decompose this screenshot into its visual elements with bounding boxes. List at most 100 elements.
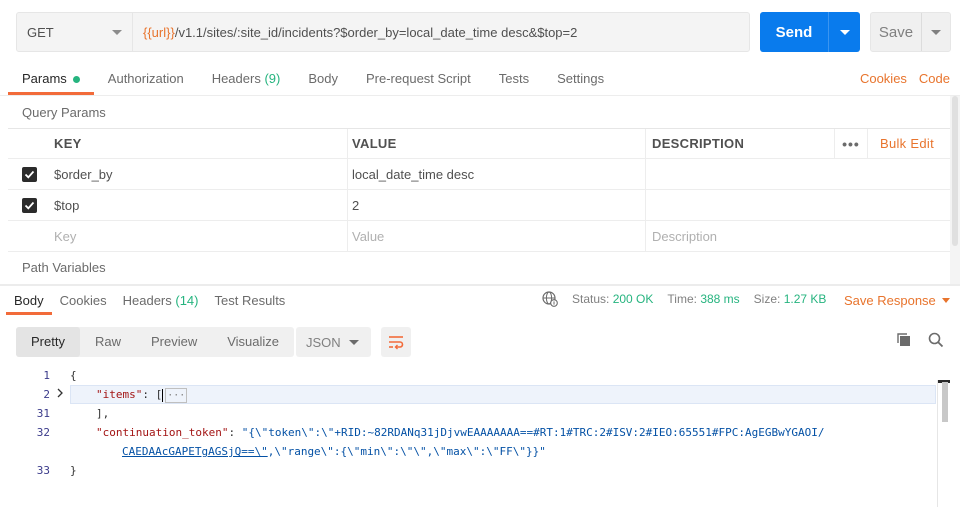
- table-row-new: Key Value Description: [8, 221, 950, 252]
- param-value-cell[interactable]: 2: [348, 190, 646, 220]
- text-cursor: [162, 388, 164, 402]
- param-value-cell[interactable]: local_date_time desc: [348, 159, 646, 189]
- time-label: Time:: [667, 292, 697, 306]
- tab-response-headers[interactable]: Headers (14): [115, 287, 207, 315]
- new-key-input[interactable]: Key: [50, 221, 348, 251]
- chevron-down-icon: [839, 29, 850, 35]
- code-scrollbar[interactable]: [937, 380, 950, 507]
- url-path: /v1.1/sites/:site_id/incidents?$order_by…: [174, 24, 578, 40]
- param-description-cell[interactable]: [646, 190, 950, 220]
- table-row: $order_by local_date_time desc: [8, 159, 950, 190]
- url-variable: {{url}}: [143, 24, 175, 40]
- collapsed-fold-marker[interactable]: ···: [165, 388, 188, 403]
- current-line-highlight: [70, 385, 936, 404]
- line-number: 31: [36, 407, 50, 420]
- time-value[interactable]: 388 ms: [700, 292, 739, 306]
- save-button[interactable]: Save: [870, 12, 951, 52]
- save-response-label: Save Response: [844, 293, 936, 308]
- param-key-cell[interactable]: $top: [50, 190, 348, 220]
- params-table: KEY VALUE DESCRIPTION ••• Bulk Edit $ord…: [8, 128, 950, 252]
- tab-headers[interactable]: Headers (9): [198, 64, 295, 94]
- response-meta: Status: 200 OK Time: 388 ms Size: 1.27 K…: [542, 291, 826, 307]
- request-scrollbar[interactable]: [950, 96, 960, 284]
- save-dropdown-button[interactable]: [922, 29, 950, 35]
- request-links: Cookies Code: [860, 71, 950, 86]
- method-select[interactable]: GET: [17, 13, 133, 51]
- save-label: Save: [878, 23, 914, 41]
- view-preview-button[interactable]: Preview: [136, 327, 212, 357]
- status-label: Status:: [572, 292, 610, 306]
- line-number: 32: [36, 426, 50, 439]
- param-key-cell[interactable]: $order_by: [50, 159, 348, 189]
- status-value[interactable]: 200 OK: [613, 292, 654, 306]
- table-row: $top 2: [8, 190, 950, 221]
- tab-label: Settings: [557, 71, 605, 86]
- tab-body[interactable]: Body: [294, 64, 352, 94]
- send-button[interactable]: Send: [760, 12, 860, 52]
- tab-response-body[interactable]: Body: [6, 287, 52, 315]
- code-link[interactable]: Code: [919, 71, 950, 86]
- format-label: JSON: [306, 334, 341, 350]
- chevron-down-icon: [931, 29, 941, 35]
- cookies-link[interactable]: Cookies: [860, 71, 907, 86]
- active-dot-icon: [72, 76, 80, 84]
- format-select[interactable]: JSON: [296, 327, 371, 357]
- param-checkbox[interactable]: [21, 197, 37, 213]
- json-key: "continuation_token": [96, 426, 229, 439]
- tab-label: Params: [22, 71, 67, 86]
- code-text: ],: [96, 407, 110, 420]
- line-number: 33: [36, 464, 50, 477]
- chevron-right-icon[interactable]: [56, 385, 64, 404]
- tab-label: Tests: [498, 71, 530, 86]
- view-raw-button[interactable]: Raw: [80, 327, 136, 357]
- scrollbar-thumb[interactable]: [942, 382, 948, 422]
- view-pretty-button[interactable]: Pretty: [16, 327, 80, 357]
- bulk-edit-link[interactable]: Bulk Edit: [868, 136, 950, 151]
- tab-authorization[interactable]: Authorization: [94, 64, 198, 94]
- json-colon: :: [142, 388, 156, 401]
- response-tools: [896, 332, 944, 348]
- tab-test-results[interactable]: Test Results: [207, 287, 294, 315]
- new-description-input[interactable]: Description: [646, 221, 950, 251]
- tab-tests[interactable]: Tests: [485, 64, 543, 94]
- query-params-title: Query Params: [22, 105, 106, 120]
- tab-pre-request-script[interactable]: Pre-request Script: [352, 64, 485, 94]
- chevron-down-icon: [941, 298, 950, 303]
- pane-divider[interactable]: [0, 284, 960, 286]
- new-value-input[interactable]: Value: [348, 221, 646, 251]
- param-checkbox[interactable]: [21, 166, 37, 182]
- tab-label: Body: [308, 71, 338, 86]
- tab-count: (14): [175, 293, 199, 308]
- search-icon[interactable]: [928, 332, 944, 348]
- tab-count: (9): [264, 71, 281, 86]
- tab-response-cookies[interactable]: Cookies: [52, 287, 115, 315]
- url-input[interactable]: {{url}}/v1.1/sites/:site_id/incidents?$o…: [133, 13, 749, 51]
- json-string-part-link[interactable]: CAEDAAcGAPETgAGSjQ==\": [122, 445, 268, 458]
- tab-settings[interactable]: Settings: [543, 64, 618, 94]
- code-content: "items": [···: [96, 385, 188, 404]
- save-response-button[interactable]: Save Response: [844, 293, 950, 308]
- json-colon: :: [228, 426, 242, 439]
- copy-icon[interactable]: [896, 332, 912, 348]
- send-dropdown-button[interactable]: [829, 29, 860, 35]
- scrollbar-thumb[interactable]: [952, 96, 958, 246]
- check-cell: [8, 166, 50, 182]
- json-key: "items": [96, 388, 143, 401]
- size-value[interactable]: 1.27 KB: [784, 292, 827, 306]
- column-header-key: KEY: [50, 129, 348, 158]
- view-visualize-button[interactable]: Visualize: [212, 327, 294, 357]
- tab-params[interactable]: Params: [8, 64, 94, 95]
- param-description-cell[interactable]: [646, 159, 950, 189]
- code-text: {: [70, 369, 77, 382]
- wrap-lines-button[interactable]: [381, 327, 411, 357]
- table-header: KEY VALUE DESCRIPTION ••• Bulk Edit: [8, 129, 950, 159]
- path-variables-title: Path Variables: [22, 260, 106, 275]
- more-options-icon[interactable]: •••: [833, 129, 868, 158]
- column-header-description: DESCRIPTION: [652, 136, 745, 151]
- tab-label: Cookies: [59, 293, 107, 308]
- globe-icon[interactable]: [542, 291, 558, 307]
- header-actions: ••• Bulk Edit: [833, 129, 950, 158]
- json-bracket: [: [155, 388, 163, 401]
- json-string-part: "{\"token\":\"+RID:~82RDANq31jDjvwEAAAAA…: [241, 426, 825, 439]
- tab-label: Pre-request Script: [365, 71, 471, 86]
